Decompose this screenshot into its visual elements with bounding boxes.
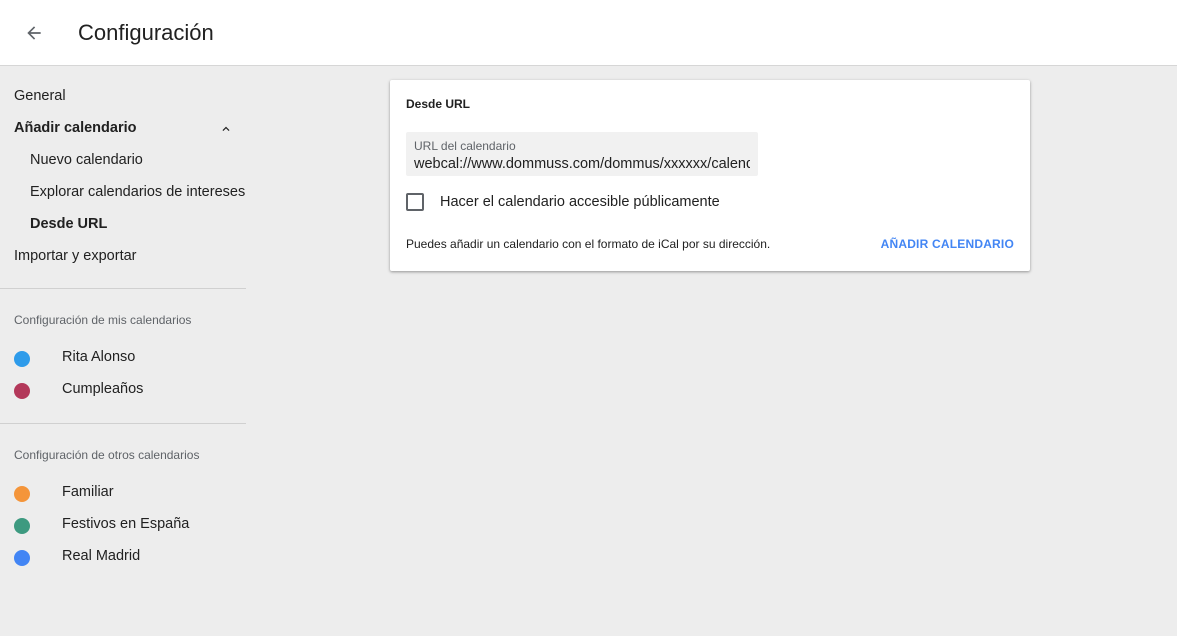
calendar-name: Cumpleaños xyxy=(62,381,144,397)
calendar-name: Rita Alonso xyxy=(62,349,136,365)
card-title: Desde URL xyxy=(406,97,471,111)
back-button[interactable] xyxy=(14,13,54,53)
calendar-item-rita-alonso[interactable]: Rita Alonso xyxy=(14,346,244,370)
calendar-name: Real Madrid xyxy=(62,548,141,564)
sidebar-item-import-export[interactable]: Importar y exportar xyxy=(14,248,137,264)
calendar-color-dot xyxy=(14,518,30,534)
from-url-card: Desde URL URL del calendario Hacer el ca… xyxy=(390,80,1030,271)
ical-hint-text: Puedes añadir un calendario con el forma… xyxy=(406,237,771,251)
calendar-item-birthdays[interactable]: Cumpleaños xyxy=(14,378,244,402)
calendar-color-dot xyxy=(14,550,30,566)
sidebar-divider xyxy=(0,288,246,289)
settings-sidebar: General Añadir calendario Nuevo calendar… xyxy=(0,66,246,636)
calendar-item-familiar[interactable]: Familiar xyxy=(14,481,244,505)
calendar-name: Familiar xyxy=(62,484,114,500)
sidebar-item-general[interactable]: General xyxy=(14,88,66,104)
my-calendars-heading: Configuración de mis calendarios xyxy=(14,313,192,327)
calendar-item-holidays-spain[interactable]: Festivos en España xyxy=(14,513,244,537)
public-access-checkbox[interactable] xyxy=(406,193,424,211)
other-calendars-heading: Configuración de otros calendarios xyxy=(14,448,200,462)
sidebar-divider xyxy=(0,423,246,424)
sidebar-item-browse-calendars[interactable]: Explorar calendarios de intereses xyxy=(30,184,245,200)
sidebar-item-add-calendar[interactable]: Añadir calendario xyxy=(14,120,136,136)
calendar-name: Festivos en España xyxy=(62,516,190,532)
public-access-label[interactable]: Hacer el calendario accesible públicamen… xyxy=(440,194,720,210)
calendar-url-field[interactable]: URL del calendario xyxy=(406,132,758,176)
app-header: Configuración xyxy=(0,0,1177,66)
page-title: Configuración xyxy=(78,20,214,45)
add-calendar-button[interactable]: AÑADIR CALENDARIO xyxy=(878,228,1014,260)
arrow-back-icon xyxy=(27,26,41,40)
chevron-up-icon[interactable] xyxy=(219,122,233,136)
calendar-url-label: URL del calendario xyxy=(414,139,516,153)
sidebar-item-from-url[interactable]: Desde URL xyxy=(30,216,107,232)
calendar-color-dot xyxy=(14,486,30,502)
calendar-color-dot xyxy=(14,383,30,399)
calendar-color-dot xyxy=(14,351,30,367)
calendar-item-real-madrid[interactable]: Real Madrid xyxy=(14,545,244,569)
sidebar-item-new-calendar[interactable]: Nuevo calendario xyxy=(30,152,143,168)
calendar-url-input[interactable] xyxy=(414,154,750,174)
